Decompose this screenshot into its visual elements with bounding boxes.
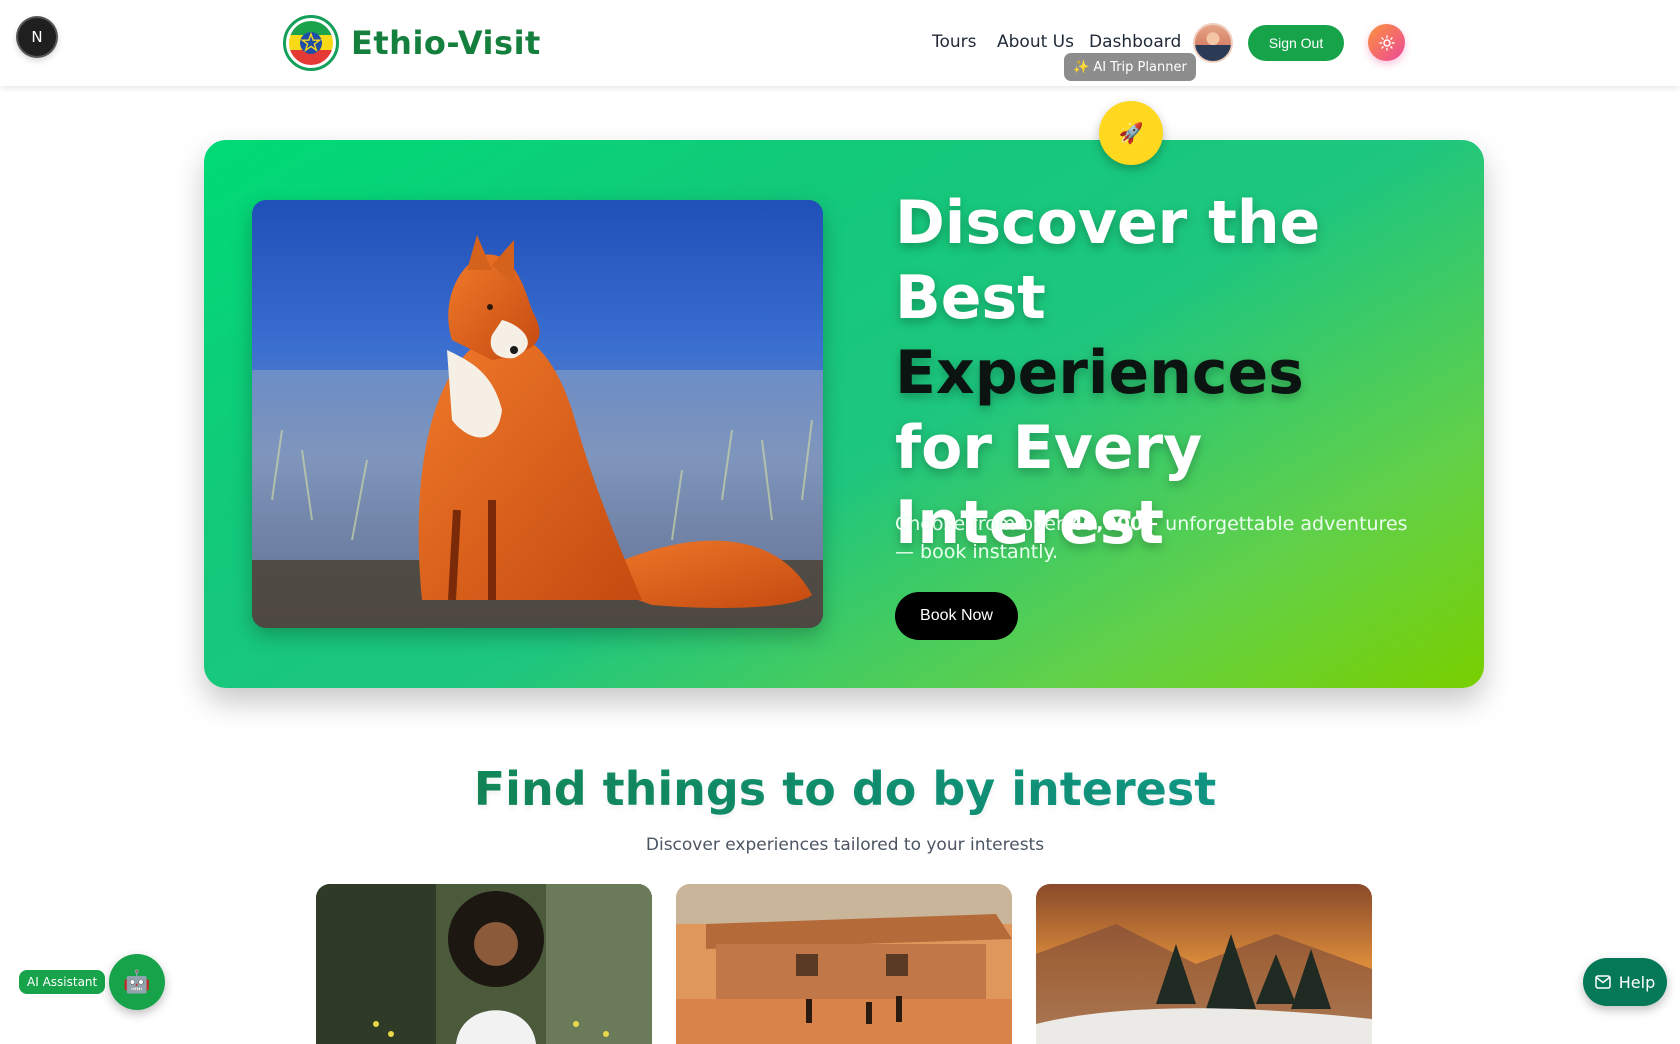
site-header: N Ethio-Visit Tours About Us Dashboard ✨…: [0, 0, 1680, 86]
mail-icon: [1595, 975, 1611, 989]
ai-trip-planner-tooltip: ✨ AI Trip Planner: [1064, 53, 1196, 81]
interest-card-village[interactable]: [676, 884, 1012, 1044]
ethiopian-flag-icon: [283, 15, 339, 71]
section-title: Find things to do by interest: [0, 762, 1680, 816]
help-label: Help: [1618, 972, 1656, 992]
nav-dashboard[interactable]: Dashboard: [1089, 32, 1181, 52]
sign-out-button[interactable]: Sign Out: [1248, 25, 1344, 61]
section-subtitle: Discover experiences tailored to your in…: [645, 835, 1045, 855]
brand-name: Ethio-Visit: [351, 24, 541, 62]
nav-about-us[interactable]: About Us: [997, 32, 1074, 52]
hero-subtitle-count: 40,000+: [1069, 513, 1160, 535]
hero-subtitle-pre: Choose from over: [895, 513, 1070, 535]
hero-title-line-3: for Every: [895, 413, 1203, 483]
hero-title-line-1: Discover the Best: [895, 188, 1321, 333]
n-badge-icon[interactable]: N: [18, 18, 56, 56]
hero-title-line-2: Experiences: [895, 338, 1304, 408]
ai-assistant-label: AI Assistant: [19, 970, 106, 994]
hero-title: Discover the Best Experiences for Every …: [895, 186, 1435, 561]
nav-tours[interactable]: Tours: [932, 32, 977, 52]
help-button[interactable]: Help: [1583, 958, 1667, 1006]
interest-card-mountains[interactable]: [1036, 884, 1372, 1044]
interest-card-culture[interactable]: [316, 884, 652, 1044]
hero-subtitle: Choose from over 40,000+ unforgettable a…: [895, 510, 1415, 566]
n-badge-text: N: [31, 28, 43, 46]
rocket-icon: 🚀: [1099, 101, 1163, 165]
user-avatar[interactable]: [1193, 23, 1233, 63]
sun-icon[interactable]: [1368, 24, 1405, 61]
brand-logo[interactable]: Ethio-Visit: [283, 15, 541, 71]
hero-fox-image: [252, 200, 823, 628]
robot-icon[interactable]: 🤖: [109, 954, 165, 1010]
book-now-button[interactable]: Book Now: [895, 592, 1018, 640]
